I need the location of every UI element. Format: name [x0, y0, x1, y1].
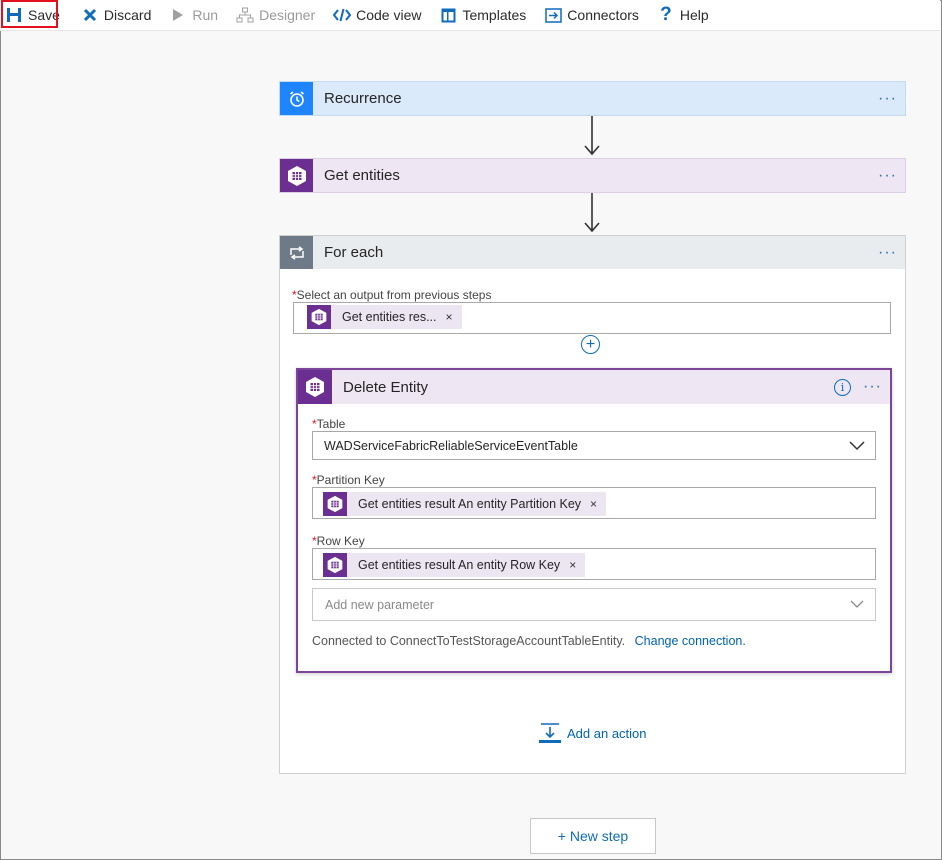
delete-entity-card: Delete Entity i ···: [296, 368, 892, 673]
delete-entity-title: Delete Entity: [343, 378, 429, 396]
for-each-icon-box: [280, 236, 313, 269]
run-label: Run: [192, 7, 219, 23]
loop-icon: [289, 245, 304, 260]
code-icon: [333, 6, 352, 24]
for-each-menu-button[interactable]: ···: [878, 244, 897, 260]
play-icon: [169, 6, 187, 24]
row-key-label: *Row Key: [312, 534, 365, 548]
connector-arrow: [584, 116, 600, 156]
token-label: Get entities result An entity Row Key: [358, 558, 561, 572]
change-connection-link[interactable]: Change connection.: [635, 634, 746, 648]
recurrence-icon-box: [280, 82, 313, 115]
table-storage-icon: [323, 553, 347, 577]
new-step-label: + New step: [557, 828, 629, 844]
select-output-label: *Select an output from previous steps: [292, 288, 492, 302]
token-remove-button[interactable]: ×: [590, 497, 597, 511]
help-button[interactable]: ? Help: [650, 0, 720, 30]
partition-key-label: *Partition Key: [312, 473, 385, 487]
delete-entity-menu-button[interactable]: ···: [863, 379, 882, 395]
get-entities-title: Get entities: [324, 167, 400, 184]
plus-icon: +: [585, 335, 596, 353]
table-storage-icon: [306, 377, 324, 397]
run-button[interactable]: Run: [162, 0, 229, 30]
get-entities-menu-button[interactable]: ···: [878, 167, 897, 183]
chevron-down-icon: [849, 440, 865, 450]
info-icon[interactable]: i: [834, 378, 852, 396]
connection-info: Connected to ConnectToTestStorageAccount…: [312, 634, 746, 648]
save-button[interactable]: Save: [0, 0, 68, 30]
table-label: *Table: [312, 417, 346, 431]
recurrence-card[interactable]: Recurrence ···: [279, 81, 906, 116]
table-select[interactable]: WADServiceFabricReliableServiceEventTabl…: [312, 431, 876, 460]
help-icon: ?: [660, 4, 672, 25]
discard-label: Discard: [103, 7, 152, 23]
add-new-parameter-dropdown[interactable]: Add new parameter: [312, 588, 876, 621]
connector-arrow: [584, 193, 600, 233]
token-label: Get entities result An entity Partition …: [358, 497, 582, 511]
delete-entity-icon-box: [298, 370, 332, 404]
chevron-down-icon: [850, 600, 864, 608]
table-storage-icon: [307, 305, 331, 329]
connection-text: Connected to ConnectToTestStorageAccount…: [312, 634, 626, 648]
discard-button[interactable]: Discard: [74, 0, 162, 30]
add-new-parameter-placeholder: Add new parameter: [325, 597, 435, 612]
table-storage-icon: [287, 165, 306, 186]
hierarchy-icon: [236, 6, 254, 24]
table-select-value: WADServiceFabricReliableServiceEventTabl…: [324, 438, 578, 453]
connectors-icon: [544, 6, 562, 24]
token-remove-button[interactable]: ×: [445, 310, 452, 324]
table-storage-icon: [323, 492, 347, 516]
connectors-button[interactable]: Connectors: [537, 0, 650, 30]
new-step-button[interactable]: + New step: [530, 818, 656, 854]
code-view-button[interactable]: Code view: [326, 0, 432, 30]
delete-entity-header[interactable]: Delete Entity i ···: [298, 370, 890, 404]
templates-icon: [439, 6, 457, 24]
connectors-label: Connectors: [567, 7, 639, 23]
get-entities-icon-box: [280, 159, 313, 192]
get-entities-card[interactable]: Get entities ···: [279, 158, 906, 193]
add-action-icon: [539, 723, 561, 743]
save-highlight: [1, 0, 58, 28]
templates-button[interactable]: Templates: [432, 0, 537, 30]
recurrence-menu-button[interactable]: ···: [878, 90, 897, 106]
recurrence-title: Recurrence: [324, 90, 402, 107]
close-icon: [81, 6, 99, 24]
designer-label: Designer: [259, 7, 316, 23]
toolbar: Save Discard Run Designer Code view Temp…: [0, 0, 940, 31]
help-label: Help: [679, 7, 709, 23]
code-view-label: Code view: [356, 7, 422, 23]
for-each-header[interactable]: For each ···: [280, 236, 905, 269]
for-each-title: For each: [324, 244, 384, 261]
templates-label: Templates: [462, 7, 527, 23]
insert-step-button[interactable]: +: [581, 335, 600, 354]
add-action-label: Add an action: [567, 725, 647, 741]
token-row-key[interactable]: Get entities result An entity Row Key ×: [323, 553, 586, 577]
add-action-button[interactable]: Add an action: [539, 722, 647, 744]
token-remove-button[interactable]: ×: [569, 558, 576, 572]
token-get-entities-result[interactable]: Get entities res... ×: [307, 305, 462, 329]
designer-button[interactable]: Designer: [229, 0, 326, 30]
token-label: Get entities res...: [342, 310, 437, 324]
token-partition-key[interactable]: Get entities result An entity Partition …: [323, 492, 607, 516]
alarm-clock-icon: [289, 90, 304, 107]
